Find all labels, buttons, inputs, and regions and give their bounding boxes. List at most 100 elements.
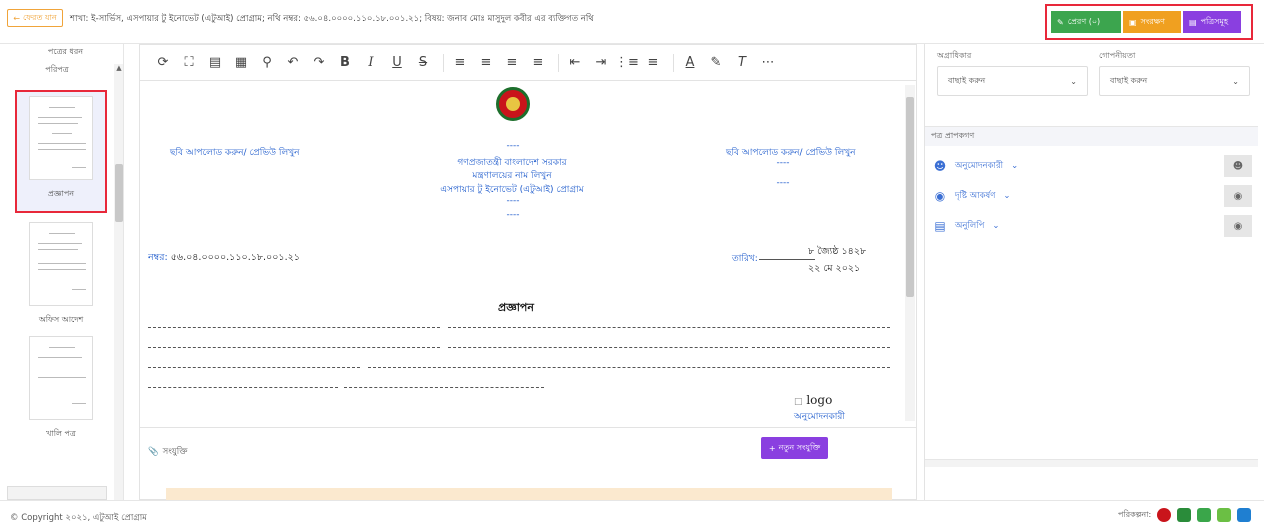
document-title[interactable]: প্রজ্ঞাপন bbox=[498, 299, 534, 318]
paperclip-icon: 📎 bbox=[148, 447, 159, 457]
partner-logos: পরিকল্পনা: bbox=[1118, 508, 1252, 522]
clear-format-icon[interactable]: T bbox=[731, 52, 753, 74]
document-scrollbar[interactable] bbox=[905, 85, 915, 421]
chevron-down-icon: ⌄ bbox=[992, 221, 1000, 231]
paste-icon[interactable]: ▤ bbox=[204, 52, 226, 74]
template-thumbnail bbox=[29, 336, 93, 420]
fullscreen-icon[interactable]: ⛶ bbox=[178, 52, 200, 74]
government-seal-icon bbox=[496, 87, 530, 121]
ministry-line[interactable]: মন্ত্রণালয়ের নাম লিখুন bbox=[406, 168, 618, 183]
new-attachment-button[interactable]: + নতুন সংযুক্তি bbox=[761, 437, 828, 459]
italic-icon[interactable]: I bbox=[360, 52, 382, 74]
attention-view-button[interactable]: ◉ bbox=[1224, 185, 1252, 207]
bullet-list-icon[interactable]: ⋮≡ bbox=[615, 52, 639, 74]
eye-icon: ◉ bbox=[1233, 190, 1243, 202]
letter-type-panel: পত্রের ধরন পরিপত্র ▲ প্রজ্ঞাপন অফিস আদেশ bbox=[7, 44, 124, 500]
document-number: নম্বর: ৫৬.০৪.০০০০.১১০.১৮.০০১.২১ bbox=[148, 251, 300, 266]
underline-icon[interactable]: U bbox=[386, 52, 408, 74]
template-search-input[interactable] bbox=[7, 486, 107, 500]
date-bengali: ৮ জ্যৈষ্ঠ ১৪২৮ bbox=[808, 246, 867, 257]
panel-resize-handle[interactable] bbox=[925, 459, 1258, 467]
letter-type-subtitle: পরিপত্র bbox=[45, 65, 69, 74]
send-button[interactable]: ✎ প্রেরণ (০) bbox=[1051, 11, 1121, 33]
new-attachment-label: নতুন সংযুক্তি bbox=[778, 442, 821, 452]
letter-template-prajnapan[interactable]: প্রজ্ঞাপন bbox=[15, 90, 107, 213]
confidentiality-select[interactable]: বাছাই করুন ⌄ bbox=[1099, 66, 1250, 96]
letter-template-blank[interactable]: খালি পত্র bbox=[15, 336, 107, 441]
date-english: ২২ মে ২০২১ bbox=[808, 263, 861, 274]
attachment-section: 📎 সংযুক্তি + নতুন সংযুক্তি bbox=[139, 428, 917, 500]
attention-row[interactable]: ◉ দৃষ্টি আকর্ষণ ⌄ bbox=[925, 181, 1258, 211]
floppy-icon: ▣ bbox=[1129, 17, 1137, 27]
undo-icon[interactable]: ↶ bbox=[282, 52, 304, 74]
right-placeholder[interactable]: ---- bbox=[768, 178, 798, 188]
more-icon[interactable]: ⋯ bbox=[757, 52, 779, 74]
all-letters-button[interactable]: ▤ পত্রিসমূহ bbox=[1183, 11, 1241, 33]
copy-document-icon: ▤ bbox=[934, 219, 946, 233]
bold-icon[interactable]: B bbox=[334, 52, 356, 74]
template-label: খালি পত্র bbox=[46, 429, 76, 438]
select-all-icon[interactable]: ▦ bbox=[230, 52, 252, 74]
history-icon[interactable]: ⟳ bbox=[152, 52, 174, 74]
document-number-label: নম্বর: bbox=[148, 252, 168, 263]
program-line[interactable]: এসপায়ার টু ইনোভেট (এটুআই) প্রোগ্রাম bbox=[406, 182, 618, 197]
a2i-logo-icon bbox=[1197, 508, 1212, 522]
add-user-icon: ☻ bbox=[933, 159, 947, 173]
attachment-dropzone[interactable] bbox=[166, 488, 892, 500]
save-button[interactable]: ▣ সংরক্ষণ bbox=[1123, 11, 1181, 33]
broken-image-icon: □ bbox=[794, 397, 803, 407]
priority-select[interactable]: বাছাই করুন ⌄ bbox=[937, 66, 1088, 96]
header-placeholder[interactable]: ---- bbox=[484, 141, 542, 151]
priority-select-value: বাছাই করুন bbox=[948, 75, 986, 85]
arrow-left-icon: ← bbox=[13, 13, 20, 23]
document-icon: ▤ bbox=[1189, 17, 1197, 27]
header-placeholder[interactable]: ---- bbox=[484, 210, 542, 220]
letter-type-scrollbar[interactable] bbox=[114, 64, 123, 500]
align-right-icon[interactable]: ≡ bbox=[501, 52, 523, 74]
copy-row[interactable]: ▤ অনুলিপি ⌄ bbox=[925, 211, 1258, 241]
highlight-icon[interactable]: ✎ bbox=[705, 52, 727, 74]
outdent-icon[interactable]: ⇤ bbox=[564, 52, 586, 74]
indent-icon[interactable]: ⇥ bbox=[590, 52, 612, 74]
copy-row-label: অনুলিপি bbox=[955, 221, 985, 231]
numbered-list-icon[interactable]: ≡ bbox=[642, 52, 664, 74]
approver-user-button[interactable]: ☻ bbox=[1224, 155, 1252, 177]
chevron-down-icon: ⌄ bbox=[1070, 76, 1077, 86]
eye-target-icon: ◉ bbox=[934, 189, 946, 203]
date-label: তারিখ: bbox=[732, 254, 758, 264]
breadcrumb: শাখা: ই-সার্ভিস, এসপায়ার টু ইনোভেট (এটু… bbox=[70, 14, 594, 24]
font-color-icon[interactable]: A bbox=[679, 52, 701, 74]
find-icon[interactable]: ⚲ bbox=[256, 52, 278, 74]
chevron-down-icon: ⌄ bbox=[1011, 161, 1019, 171]
header-placeholder[interactable]: ---- bbox=[484, 196, 542, 206]
letter-editor: ⟳ ⛶ ▤ ▦ ⚲ ↶ ↷ B I U S ≡ ≡ ≡ ≡ ⇤ ⇥ ⋮≡ ≡ A… bbox=[139, 44, 917, 428]
dashed-line bbox=[752, 347, 890, 348]
strikethrough-icon[interactable]: S bbox=[412, 52, 434, 74]
document-canvas[interactable]: ছবি আপলোড করুন/ প্রেভিউ লিখুন ছবি আপলোড … bbox=[148, 85, 900, 421]
template-thumbnail bbox=[29, 96, 93, 180]
ict-division-logo-icon bbox=[1177, 508, 1192, 522]
toolbar-divider bbox=[558, 53, 559, 72]
undp-logo-icon bbox=[1217, 508, 1232, 522]
template-label: অফিস আদেশ bbox=[38, 315, 84, 324]
attention-row-label: দৃষ্টি আকর্ষণ bbox=[955, 191, 996, 201]
template-label: প্রজ্ঞাপন bbox=[47, 189, 75, 198]
partners-label: পরিকল্পনা: bbox=[1118, 509, 1152, 519]
copy-view-button[interactable]: ◉ bbox=[1224, 215, 1252, 237]
letter-template-office-order[interactable]: অফিস আদেশ bbox=[15, 222, 107, 327]
redo-icon[interactable]: ↷ bbox=[308, 52, 330, 74]
left-header-upload-link[interactable]: ছবি আপলোড করুন/ প্রেভিউ লিখুন bbox=[170, 145, 299, 160]
user-icon: ☻ bbox=[1232, 160, 1244, 172]
align-justify-icon[interactable]: ≡ bbox=[527, 52, 549, 74]
letter-settings-panel: অগ্রাধিকার গোপনীয়তা বাছাই করুন ⌄ বাছাই … bbox=[924, 44, 1258, 500]
align-center-icon[interactable]: ≡ bbox=[475, 52, 497, 74]
top-bar: ← ফেরত যান শাখা: ই-সার্ভিস, এসপায়ার টু … bbox=[0, 0, 1264, 44]
all-letters-label: পত্রিসমূহ bbox=[1200, 16, 1229, 26]
back-button[interactable]: ← ফেরত যান bbox=[7, 9, 63, 27]
scroll-up-arrow-icon[interactable]: ▲ bbox=[114, 64, 123, 74]
confidentiality-label: গোপনীয়তা bbox=[1099, 51, 1136, 60]
right-placeholder[interactable]: ---- bbox=[768, 158, 798, 168]
partner-logo-icon bbox=[1237, 508, 1252, 522]
approver-row[interactable]: ☻ অনুমোদনকারী ⌄ bbox=[925, 151, 1258, 181]
align-left-icon[interactable]: ≡ bbox=[449, 52, 471, 74]
